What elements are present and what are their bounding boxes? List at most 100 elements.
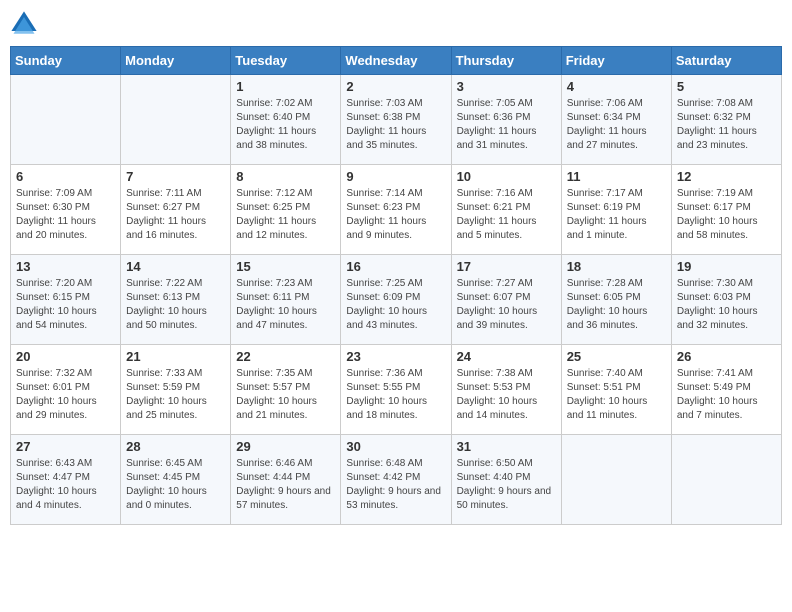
day-info: Sunrise: 6:48 AM Sunset: 4:42 PM Dayligh… bbox=[346, 457, 445, 513]
day-info: Sunrise: 7:19 AM Sunset: 6:17 PM Dayligh… bbox=[677, 187, 776, 243]
calendar-cell bbox=[121, 75, 231, 165]
day-info: Sunrise: 7:14 AM Sunset: 6:23 PM Dayligh… bbox=[346, 187, 445, 243]
calendar-cell: 15 Sunrise: 7:23 AM Sunset: 6:11 PM Dayli… bbox=[231, 255, 341, 345]
calendar-cell: 7Sunrise: 7:11 AM Sunset: 6:27 PM Daylig… bbox=[121, 165, 231, 255]
calendar-cell: 27 Sunrise: 6:43 AM Sunset: 4:47 PM Dayli… bbox=[11, 435, 121, 525]
calendar-cell: 25 Sunrise: 7:40 AM Sunset: 5:51 PM Dayli… bbox=[561, 345, 671, 435]
calendar-cell: 23 Sunrise: 7:36 AM Sunset: 5:55 PM Dayli… bbox=[341, 345, 451, 435]
calendar-cell: 29 Sunrise: 6:46 AM Sunset: 4:44 PM Dayli… bbox=[231, 435, 341, 525]
day-of-week-header: Saturday bbox=[671, 47, 781, 75]
logo-icon bbox=[10, 10, 38, 38]
day-number: 20 bbox=[16, 349, 115, 364]
calendar-cell: 10 Sunrise: 7:16 AM Sunset: 6:21 PM Dayli… bbox=[451, 165, 561, 255]
calendar-cell: 5Sunrise: 7:08 AM Sunset: 6:32 PM Daylig… bbox=[671, 75, 781, 165]
day-info: Sunrise: 7:40 AM Sunset: 5:51 PM Dayligh… bbox=[567, 367, 666, 423]
day-info: Sunrise: 7:02 AM Sunset: 6:40 PM Dayligh… bbox=[236, 97, 335, 153]
day-number: 31 bbox=[457, 439, 556, 454]
day-of-week-header: Thursday bbox=[451, 47, 561, 75]
calendar-cell bbox=[561, 435, 671, 525]
calendar-cell: 16 Sunrise: 7:25 AM Sunset: 6:09 PM Dayli… bbox=[341, 255, 451, 345]
calendar-cell: 30 Sunrise: 6:48 AM Sunset: 4:42 PM Dayli… bbox=[341, 435, 451, 525]
calendar-cell: 14 Sunrise: 7:22 AM Sunset: 6:13 PM Dayli… bbox=[121, 255, 231, 345]
day-info: Sunrise: 6:46 AM Sunset: 4:44 PM Dayligh… bbox=[236, 457, 335, 513]
day-number: 12 bbox=[677, 169, 776, 184]
day-of-week-header: Friday bbox=[561, 47, 671, 75]
day-number: 2 bbox=[346, 79, 445, 94]
calendar-cell: 2 Sunrise: 7:03 AM Sunset: 6:38 PM Daylig… bbox=[341, 75, 451, 165]
calendar-cell: 17 Sunrise: 7:27 AM Sunset: 6:07 PM Dayli… bbox=[451, 255, 561, 345]
calendar-cell: 18 Sunrise: 7:28 AM Sunset: 6:05 PM Dayli… bbox=[561, 255, 671, 345]
day-info: Sunrise: 7:28 AM Sunset: 6:05 PM Dayligh… bbox=[567, 277, 666, 333]
day-of-week-header: Monday bbox=[121, 47, 231, 75]
day-number: 18 bbox=[567, 259, 666, 274]
day-number: 29 bbox=[236, 439, 335, 454]
calendar-week-row: 1 Sunrise: 7:02 AM Sunset: 6:40 PM Daylig… bbox=[11, 75, 782, 165]
day-info: Sunrise: 7:20 AM Sunset: 6:15 PM Dayligh… bbox=[16, 277, 115, 333]
day-info: Sunrise: 7:09 AM Sunset: 6:30 PM Dayligh… bbox=[16, 187, 115, 243]
day-number: 15 bbox=[236, 259, 335, 274]
day-info: Sunrise: 7:38 AM Sunset: 5:53 PM Dayligh… bbox=[457, 367, 556, 423]
day-number: 11 bbox=[567, 169, 666, 184]
day-of-week-header: Tuesday bbox=[231, 47, 341, 75]
calendar-cell: 13 Sunrise: 7:20 AM Sunset: 6:15 PM Dayli… bbox=[11, 255, 121, 345]
calendar-week-row: 13 Sunrise: 7:20 AM Sunset: 6:15 PM Dayli… bbox=[11, 255, 782, 345]
day-info: Sunrise: 7:22 AM Sunset: 6:13 PM Dayligh… bbox=[126, 277, 225, 333]
day-number: 19 bbox=[677, 259, 776, 274]
calendar-cell: 6 Sunrise: 7:09 AM Sunset: 6:30 PM Daylig… bbox=[11, 165, 121, 255]
calendar-cell: 24 Sunrise: 7:38 AM Sunset: 5:53 PM Dayli… bbox=[451, 345, 561, 435]
day-info: Sunrise: 7:16 AM Sunset: 6:21 PM Dayligh… bbox=[457, 187, 556, 243]
day-info: Sunrise: 7:35 AM Sunset: 5:57 PM Dayligh… bbox=[236, 367, 335, 423]
day-number: 13 bbox=[16, 259, 115, 274]
day-info: Sunrise: 7:23 AM Sunset: 6:11 PM Dayligh… bbox=[236, 277, 335, 333]
day-number: 8 bbox=[236, 169, 335, 184]
day-number: 6 bbox=[16, 169, 115, 184]
calendar-header: SundayMondayTuesdayWednesdayThursdayFrid… bbox=[11, 47, 782, 75]
day-number: 3 bbox=[457, 79, 556, 94]
calendar-cell: 12 Sunrise: 7:19 AM Sunset: 6:17 PM Dayli… bbox=[671, 165, 781, 255]
calendar-cell bbox=[11, 75, 121, 165]
day-number: 9 bbox=[346, 169, 445, 184]
day-number: 30 bbox=[346, 439, 445, 454]
day-number: 16 bbox=[346, 259, 445, 274]
day-info: Sunrise: 7:27 AM Sunset: 6:07 PM Dayligh… bbox=[457, 277, 556, 333]
day-info: Sunrise: 7:36 AM Sunset: 5:55 PM Dayligh… bbox=[346, 367, 445, 423]
day-info: Sunrise: 6:45 AM Sunset: 4:45 PM Dayligh… bbox=[126, 457, 225, 513]
day-info: Sunrise: 7:25 AM Sunset: 6:09 PM Dayligh… bbox=[346, 277, 445, 333]
day-info: Sunrise: 7:32 AM Sunset: 6:01 PM Dayligh… bbox=[16, 367, 115, 423]
day-number: 17 bbox=[457, 259, 556, 274]
day-info: Sunrise: 6:43 AM Sunset: 4:47 PM Dayligh… bbox=[16, 457, 115, 513]
day-info: Sunrise: 7:17 AM Sunset: 6:19 PM Dayligh… bbox=[567, 187, 666, 243]
calendar-cell: 20 Sunrise: 7:32 AM Sunset: 6:01 PM Dayli… bbox=[11, 345, 121, 435]
day-info: Sunrise: 7:12 AM Sunset: 6:25 PM Dayligh… bbox=[236, 187, 335, 243]
calendar-cell: 11 Sunrise: 7:17 AM Sunset: 6:19 PM Dayli… bbox=[561, 165, 671, 255]
day-number: 1 bbox=[236, 79, 335, 94]
day-number: 27 bbox=[16, 439, 115, 454]
calendar-cell: 19 Sunrise: 7:30 AM Sunset: 6:03 PM Dayli… bbox=[671, 255, 781, 345]
day-info: Sunrise: 6:50 AM Sunset: 4:40 PM Dayligh… bbox=[457, 457, 556, 513]
day-number: 24 bbox=[457, 349, 556, 364]
calendar-cell: 8 Sunrise: 7:12 AM Sunset: 6:25 PM Daylig… bbox=[231, 165, 341, 255]
calendar-table: SundayMondayTuesdayWednesdayThursdayFrid… bbox=[10, 46, 782, 525]
calendar-cell: 1 Sunrise: 7:02 AM Sunset: 6:40 PM Daylig… bbox=[231, 75, 341, 165]
calendar-cell: 4Sunrise: 7:06 AM Sunset: 6:34 PM Daylig… bbox=[561, 75, 671, 165]
day-number: 4 bbox=[567, 79, 666, 94]
calendar-week-row: 27 Sunrise: 6:43 AM Sunset: 4:47 PM Dayli… bbox=[11, 435, 782, 525]
logo bbox=[10, 10, 42, 38]
day-number: 14 bbox=[126, 259, 225, 274]
day-number: 26 bbox=[677, 349, 776, 364]
day-number: 23 bbox=[346, 349, 445, 364]
day-number: 28 bbox=[126, 439, 225, 454]
day-number: 22 bbox=[236, 349, 335, 364]
day-info: Sunrise: 7:11 AM Sunset: 6:27 PM Dayligh… bbox=[126, 187, 225, 243]
calendar-cell: 31 Sunrise: 6:50 AM Sunset: 4:40 PM Dayli… bbox=[451, 435, 561, 525]
day-info: Sunrise: 7:30 AM Sunset: 6:03 PM Dayligh… bbox=[677, 277, 776, 333]
calendar-cell: 3Sunrise: 7:05 AM Sunset: 6:36 PM Daylig… bbox=[451, 75, 561, 165]
day-info: Sunrise: 7:33 AM Sunset: 5:59 PM Dayligh… bbox=[126, 367, 225, 423]
day-info: Sunrise: 7:03 AM Sunset: 6:38 PM Dayligh… bbox=[346, 97, 445, 153]
day-number: 25 bbox=[567, 349, 666, 364]
calendar-cell: 21 Sunrise: 7:33 AM Sunset: 5:59 PM Dayli… bbox=[121, 345, 231, 435]
day-number: 21 bbox=[126, 349, 225, 364]
page-header bbox=[10, 10, 782, 38]
day-number: 10 bbox=[457, 169, 556, 184]
day-info: Sunrise: 7:08 AM Sunset: 6:32 PM Dayligh… bbox=[677, 97, 776, 153]
